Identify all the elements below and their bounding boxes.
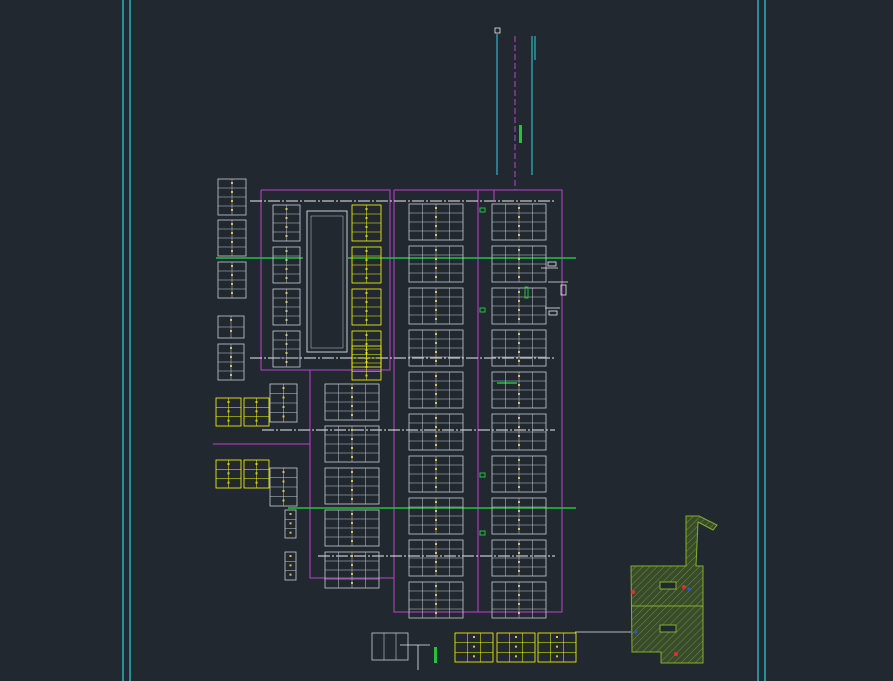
drawing-background <box>0 0 893 681</box>
cad-drawing-canvas[interactable] <box>0 0 893 681</box>
